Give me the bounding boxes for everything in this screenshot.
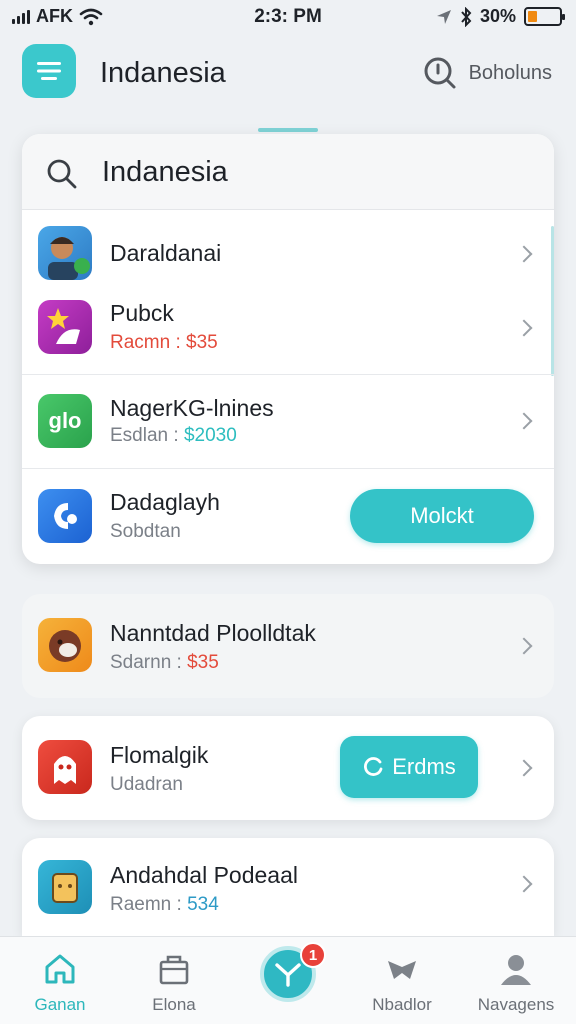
result-action-label: Molckt bbox=[410, 503, 474, 528]
result-title: Dadaglayh bbox=[110, 489, 220, 515]
status-right: 30% bbox=[436, 6, 565, 27]
card-price-text: Sdarnn : $35 bbox=[110, 652, 219, 673]
notification-badge: 1 bbox=[300, 942, 326, 968]
search-bar bbox=[22, 134, 554, 210]
shield-icon bbox=[388, 961, 416, 979]
tab-indicator bbox=[258, 128, 318, 132]
app-phone-icon bbox=[38, 489, 92, 543]
home-icon bbox=[45, 954, 75, 984]
card-action-button[interactable]: Erdms bbox=[340, 736, 478, 798]
refresh-icon bbox=[364, 757, 383, 776]
result-subtitle: Sobdtan bbox=[110, 521, 181, 542]
nav-item-home[interactable]: Ganan bbox=[10, 937, 110, 1024]
battery-level bbox=[528, 11, 537, 22]
result-row[interactable]: glo NagerKG-lnines Esdlan : $2030 bbox=[22, 374, 554, 468]
app-card[interactable]: Nanntdad Ploolldtak Sdarnn : $35 bbox=[22, 594, 554, 698]
result-price: Racmn : $35 bbox=[110, 332, 218, 353]
app-card[interactable]: Flomalgik Udadran Erdms bbox=[22, 716, 554, 820]
app-header: Indanesia Boholuns bbox=[0, 40, 576, 110]
card-price: Raemn : 534 bbox=[110, 894, 219, 916]
chevron-right-icon bbox=[515, 319, 533, 337]
card-title: Nanntdad Ploolldtak bbox=[110, 620, 316, 646]
result-title: NagerKG-lnines bbox=[110, 395, 274, 421]
search-icon bbox=[47, 159, 77, 189]
result-title: Pubck bbox=[110, 300, 174, 326]
chevron-right-icon bbox=[515, 759, 533, 777]
result-price: Esdlan : $2030 bbox=[110, 425, 237, 447]
app-ghost-icon bbox=[38, 740, 92, 794]
card-title: Andahdal Podeaal bbox=[110, 862, 298, 888]
card-price: Sdarnn : $35 bbox=[110, 652, 219, 674]
result-row[interactable]: Dadaglayh Sobdtan Molckt bbox=[22, 468, 554, 564]
result-action-button[interactable]: Molckt bbox=[350, 489, 534, 543]
search-results-card: Daraldanai Pubck Racmn : $35 glo NagerKG… bbox=[22, 134, 554, 564]
profile-icon bbox=[501, 955, 531, 985]
menu-button[interactable] bbox=[22, 44, 76, 98]
search-icon bbox=[424, 57, 456, 89]
card-subtitle: Udadran bbox=[110, 774, 183, 795]
card-title: Flomalgik bbox=[110, 742, 209, 768]
nav-label: Ganan bbox=[34, 995, 86, 1014]
nav-label: Nbadlor bbox=[372, 995, 432, 1014]
result-title: Daraldanai bbox=[110, 240, 222, 266]
center-action-icon bbox=[275, 963, 301, 987]
nav-item-shield[interactable]: Nbadlor bbox=[352, 937, 452, 1024]
status-bar: AFK 2:3: PM 30% bbox=[0, 0, 576, 34]
nav-label: Elona bbox=[152, 995, 196, 1014]
chevron-right-icon bbox=[515, 412, 533, 430]
location-arrow-icon bbox=[436, 9, 451, 24]
nav-label: Navagens bbox=[477, 995, 555, 1014]
chevron-right-icon bbox=[515, 637, 533, 655]
app-logo-icon: glo bbox=[38, 394, 92, 448]
search-input[interactable] bbox=[102, 152, 522, 192]
bag-icon bbox=[159, 955, 189, 985]
result-row[interactable]: Daraldanai bbox=[22, 212, 554, 296]
chevron-right-icon bbox=[515, 875, 533, 893]
result-price-text: Esdlan : $2030 bbox=[110, 425, 237, 446]
app-card[interactable]: Andahdal Podeaal Raemn : 534 bbox=[22, 838, 554, 936]
bluetooth-icon bbox=[461, 6, 472, 27]
menu-icon bbox=[37, 62, 61, 80]
app-coconut-icon bbox=[38, 618, 92, 672]
header-search-button[interactable]: Boholuns bbox=[423, 56, 552, 90]
app-logo-text: glo bbox=[48, 408, 82, 433]
app-avatar-icon bbox=[38, 226, 92, 280]
nav-item-bag[interactable]: Elona bbox=[124, 937, 224, 1024]
page-title: Indanesia bbox=[100, 57, 226, 89]
battery-icon bbox=[524, 7, 565, 26]
result-row[interactable]: Pubck Racmn : $35 bbox=[22, 296, 554, 374]
card-action-label: Erdms bbox=[392, 754, 456, 779]
header-action-label: Boholuns bbox=[468, 61, 552, 84]
battery-percent: 30% bbox=[479, 6, 516, 26]
chevron-right-icon bbox=[515, 245, 533, 263]
nav-item-profile[interactable]: Navagens bbox=[466, 937, 566, 1024]
app-box-icon bbox=[38, 860, 92, 914]
app-star-icon bbox=[38, 300, 92, 354]
card-price-text: Raemn : 534 bbox=[110, 894, 219, 915]
